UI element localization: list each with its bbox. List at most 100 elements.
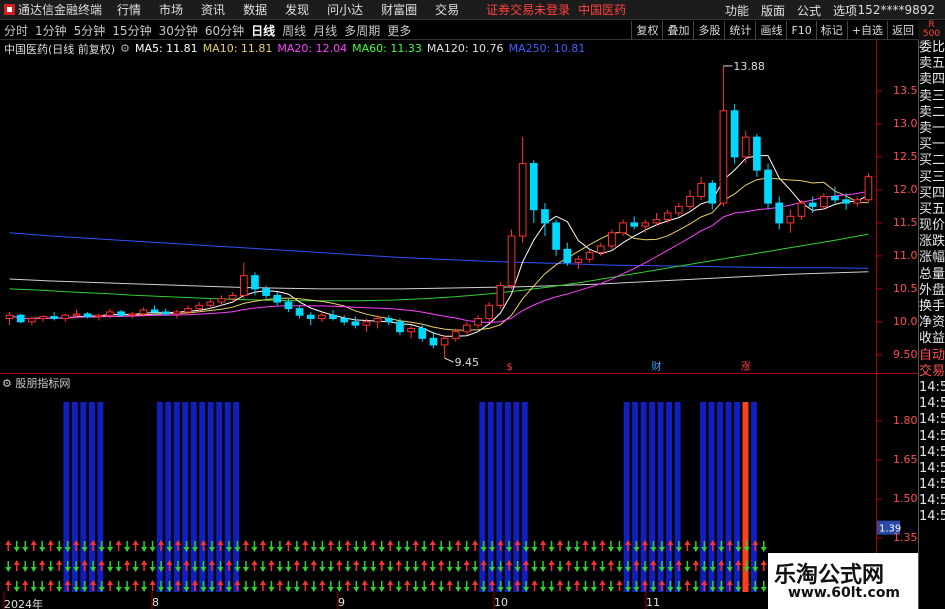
candle[interactable] [340,318,349,323]
candle[interactable] [39,316,47,320]
candle[interactable] [50,316,59,320]
candle[interactable] [485,304,494,320]
candle[interactable] [251,275,259,290]
candle[interactable] [373,318,382,323]
candle[interactable] [407,327,415,333]
candle[interactable] [674,205,683,214]
candle[interactable] [217,298,226,303]
candle[interactable] [351,321,360,326]
sidebar-item-15[interactable]: 外盘 [919,283,945,299]
sidebar-item-6[interactable]: 买一 [919,137,945,153]
sidebar-item-9[interactable]: 买四 [919,186,945,202]
sidebar-item-11[interactable]: 现价 [919,218,945,234]
sidebar-item-17[interactable]: 净资 [919,315,945,331]
candle[interactable] [72,313,81,316]
candle[interactable] [463,324,471,333]
sidebar-item-28[interactable]: 14:5 [919,493,945,509]
candle[interactable] [83,313,92,318]
sidebar-item-23[interactable]: 14:5 [919,412,945,428]
candle[interactable] [150,309,159,313]
candle[interactable] [5,314,14,320]
candle[interactable] [206,301,215,306]
candle[interactable] [16,314,25,323]
candle[interactable] [384,318,393,323]
candle[interactable] [451,331,460,339]
event-marker-1[interactable]: 财 [652,360,662,373]
candle[interactable] [507,235,516,287]
candle[interactable] [786,215,795,224]
event-marker-2[interactable]: 涨 [741,361,751,373]
sidebar-item-0[interactable]: 委比 [919,40,945,56]
candle[interactable] [596,245,605,254]
panel-divider[interactable] [0,373,918,374]
candle[interactable] [697,182,705,198]
candle[interactable] [652,219,661,224]
candle[interactable] [284,301,293,310]
candle[interactable] [28,318,36,323]
sidebar-item-21[interactable]: 14:5 [919,380,945,396]
candle[interactable] [329,314,337,320]
candle[interactable] [819,196,828,207]
candle[interactable] [842,199,850,204]
candle[interactable] [61,314,70,320]
sidebar-item-18[interactable]: 收益 [919,331,945,347]
candle[interactable] [429,337,438,346]
candle[interactable] [529,163,538,211]
candle[interactable] [708,182,717,204]
candle[interactable] [764,169,772,204]
sidebar-item-26[interactable]: 14:5 [919,461,945,477]
candle[interactable] [552,222,560,250]
candle[interactable] [474,318,482,326]
candle[interactable] [608,232,616,247]
sidebar-item-5[interactable]: 卖一 [919,121,945,137]
sidebar-item-3[interactable]: 卖三 [919,89,945,105]
candle[interactable] [541,209,549,224]
candle[interactable] [853,199,862,204]
sidebar-item-27[interactable]: 14:5 [919,477,945,493]
candle[interactable] [173,311,181,315]
candle[interactable] [741,136,750,158]
sidebar-item-22[interactable]: 14:5 [919,396,945,412]
candle[interactable] [574,258,583,263]
candle[interactable] [273,294,282,303]
candle[interactable] [719,110,728,204]
candle[interactable] [396,321,404,333]
sidebar-item-25[interactable]: 14:5 [919,445,945,461]
candle[interactable] [94,314,103,318]
candle[interactable] [161,311,170,315]
candle[interactable] [128,313,137,316]
candle[interactable] [619,222,627,234]
candle[interactable] [139,309,148,315]
candle[interactable] [585,252,594,260]
event-marker-0[interactable]: $ [507,362,513,373]
sidebar-item-12[interactable]: 涨跌 [919,234,945,250]
candle[interactable] [362,321,371,326]
candle[interactable] [864,176,873,201]
candle[interactable] [117,311,125,316]
sidebar-item-24[interactable]: 14:5 [919,429,945,445]
candle[interactable] [440,337,449,346]
candle[interactable] [262,288,270,296]
candle[interactable] [195,304,204,310]
sidebar-item-2[interactable]: 卖四 [919,72,945,88]
candle[interactable] [306,314,315,320]
sidebar-item-19[interactable]: 自动 [919,348,945,364]
sidebar-item-20[interactable]: 交易 [919,364,945,380]
candle[interactable] [184,308,192,313]
candle[interactable] [630,222,639,227]
sidebar-item-29[interactable]: 14:5 [919,509,945,525]
sidebar-item-8[interactable]: 买三 [919,170,945,186]
candle[interactable] [106,311,114,316]
settings-icon[interactable]: ⚙ [2,377,15,390]
sidebar-item-7[interactable]: 买二 [919,153,945,169]
candle[interactable] [797,202,806,217]
candle[interactable] [518,163,527,237]
candle[interactable] [831,196,839,201]
sidebar-item-16[interactable]: 换手 [919,299,945,315]
candle[interactable] [295,308,304,316]
candle[interactable] [496,285,505,306]
candle[interactable] [418,327,427,339]
candle[interactable] [686,196,694,207]
candle[interactable] [239,275,248,296]
candle[interactable] [730,110,739,158]
